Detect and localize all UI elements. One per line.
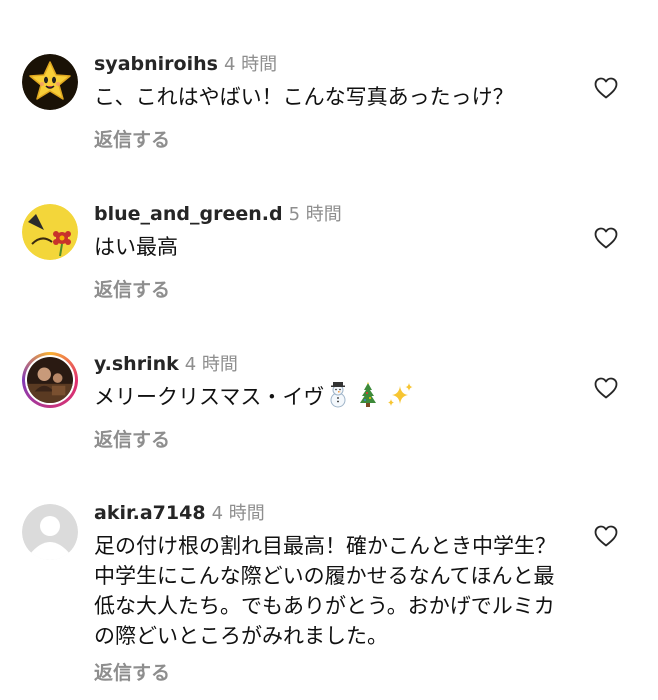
christmas-tree-emoji (356, 382, 380, 416)
sparkles-emoji (386, 382, 414, 416)
comment-meta: blue_and_green.d 5 時間 (94, 202, 342, 227)
comment-time: 4 時間 (211, 503, 265, 524)
photo-avatar (27, 357, 73, 403)
star-character-icon (22, 54, 78, 110)
like-heart-icon[interactable] (594, 377, 618, 399)
username[interactable]: syabniroihs (94, 53, 218, 75)
comment-time: 5 時間 (288, 204, 342, 225)
like-heart-icon[interactable] (594, 77, 618, 99)
comment-time: 4 時間 (184, 354, 238, 375)
reply-button[interactable]: 返信する (94, 128, 170, 152)
user-avatar[interactable] (22, 504, 78, 560)
comment-text-body: メリークリスマス・イヴ (94, 385, 325, 409)
default-user-icon (22, 504, 78, 560)
username[interactable]: akir.a7148 (94, 502, 206, 524)
username[interactable]: y.shrink (94, 353, 179, 375)
comment-text: はい最高 (94, 235, 178, 259)
pikachu-with-flower-icon (22, 204, 78, 260)
comment-text: 足の付け根の割れ目最高！確かこんとき中学生？中学生にこんな際どいの履かせるなんて… (94, 534, 556, 648)
snowman-emoji (326, 382, 350, 416)
user-avatar-story-ring[interactable] (22, 352, 78, 408)
comment-meta: syabniroihs 4 時間 (94, 52, 277, 77)
comment-text: メリークリスマス・イヴ (94, 382, 564, 416)
reply-button[interactable]: 返信する (94, 278, 170, 302)
comment-meta: akir.a7148 4 時間 (94, 501, 265, 526)
user-avatar[interactable] (22, 204, 78, 260)
reply-button[interactable]: 返信する (94, 661, 170, 685)
user-avatar[interactable] (22, 54, 78, 110)
comment-text: こ、これはやばい！こんな写真あったっけ？ (94, 85, 514, 109)
like-heart-icon[interactable] (594, 227, 618, 249)
username[interactable]: blue_and_green.d (94, 203, 283, 225)
comment-meta: y.shrink 4 時間 (94, 352, 238, 377)
reply-button[interactable]: 返信する (94, 428, 170, 452)
comment-time: 4 時間 (223, 54, 278, 75)
like-heart-icon[interactable] (594, 525, 618, 547)
